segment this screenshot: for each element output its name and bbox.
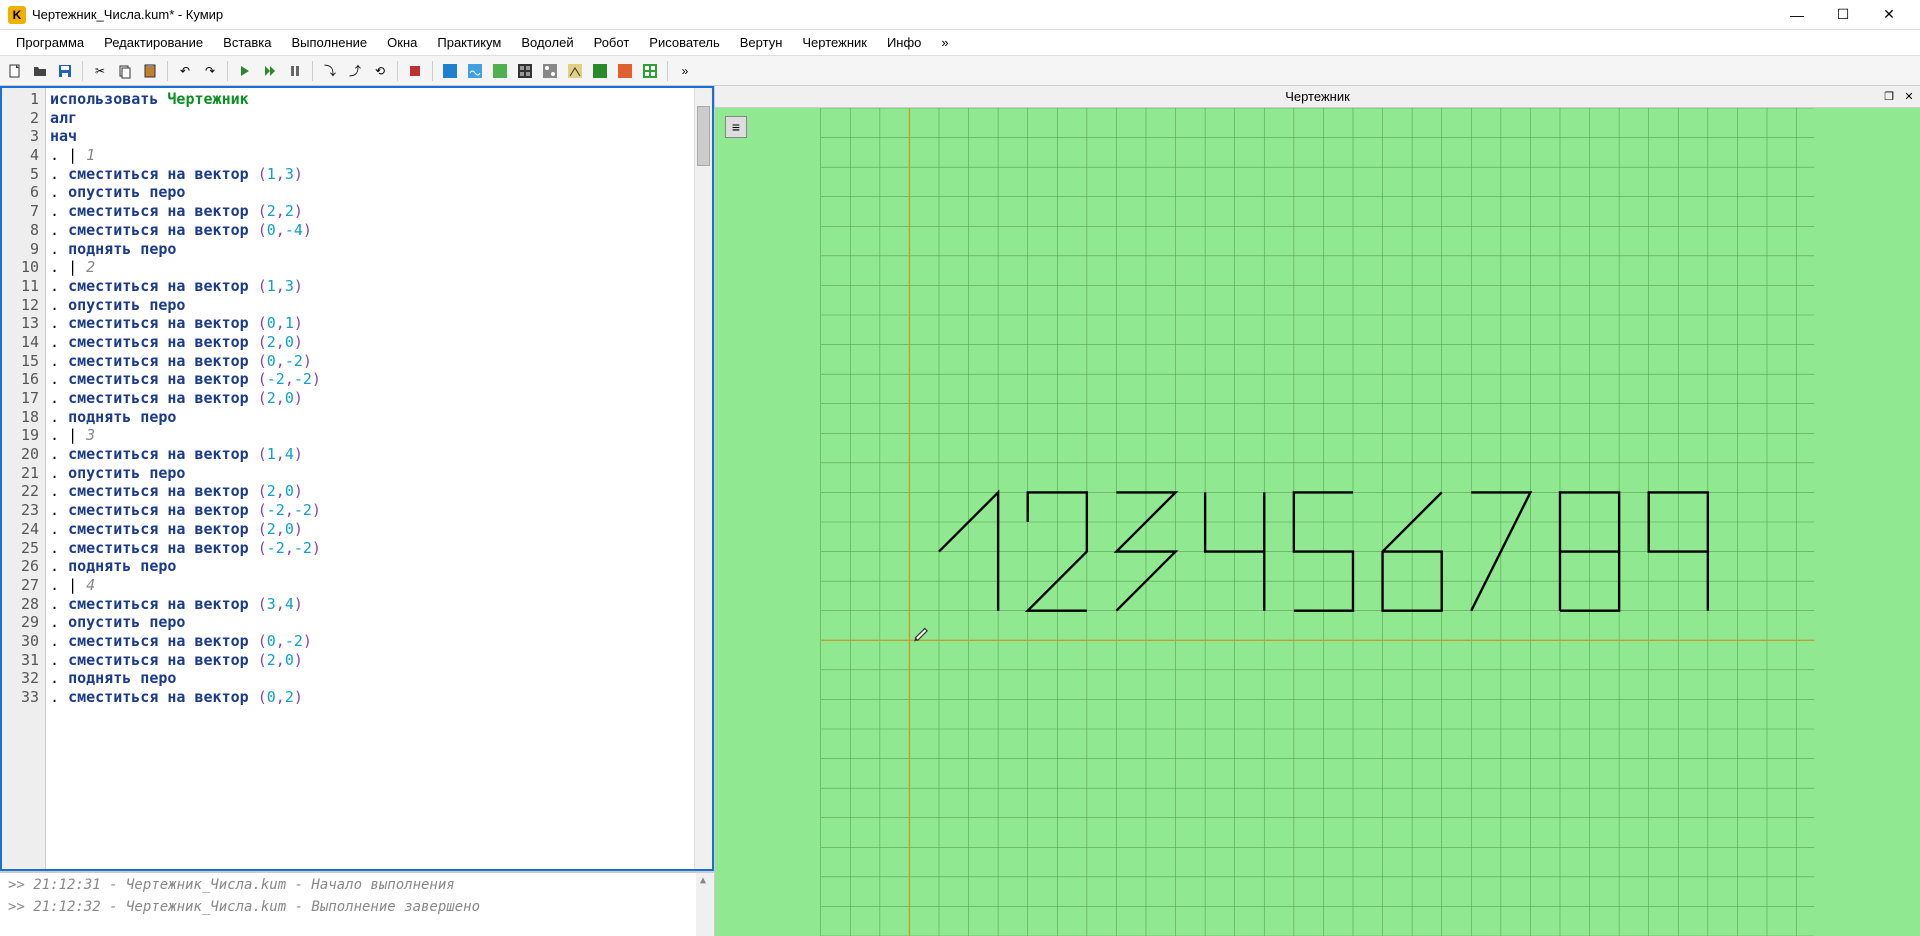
editor-scrollbar[interactable] xyxy=(694,88,712,869)
step-icon[interactable]: ⤵ xyxy=(319,60,341,82)
module-3-icon[interactable] xyxy=(489,60,511,82)
module-6-icon[interactable] xyxy=(564,60,586,82)
menu-Программа[interactable]: Программа xyxy=(6,31,94,54)
window-title: Чертежник_Числа.kum* - Кумир xyxy=(32,7,1774,22)
code-line[interactable]: . опустить перо xyxy=(50,613,690,632)
code-line[interactable]: . поднять перо xyxy=(50,240,690,259)
code-line[interactable]: . | 4 xyxy=(50,576,690,595)
code-line[interactable]: . | 2 xyxy=(50,258,690,277)
canvas-close-icon[interactable]: ✕ xyxy=(1900,89,1918,105)
menu-Редактирование[interactable]: Редактирование xyxy=(94,31,213,54)
drawing-canvas xyxy=(715,108,1920,936)
code-line[interactable]: . сместиться на вектор (0,-2) xyxy=(50,632,690,651)
module-1-icon[interactable] xyxy=(439,60,461,82)
code-line[interactable]: . сместиться на вектор (2,0) xyxy=(50,651,690,670)
menu-Практикум[interactable]: Практикум xyxy=(427,31,511,54)
scroll-thumb[interactable] xyxy=(697,106,710,166)
left-pane: 1234567891011121314151617181920212223242… xyxy=(0,86,715,936)
menu-Водолей[interactable]: Водолей xyxy=(511,31,583,54)
canvas-maximize-icon[interactable]: ❐ xyxy=(1880,89,1898,105)
code-line[interactable]: . сместиться на вектор (2,0) xyxy=(50,389,690,408)
open-file-icon[interactable] xyxy=(29,60,51,82)
code-line[interactable]: . сместиться на вектор (-2,-2) xyxy=(50,501,690,520)
step-out-icon[interactable]: ⟲ xyxy=(369,60,391,82)
code-line[interactable]: . поднять перо xyxy=(50,557,690,576)
code-line[interactable]: . сместиться на вектор (0,2) xyxy=(50,688,690,707)
code-line[interactable]: . сместиться на вектор (2,0) xyxy=(50,333,690,352)
code-line[interactable]: . сместиться на вектор (0,-4) xyxy=(50,221,690,240)
module-9-icon[interactable] xyxy=(639,60,661,82)
toolbar-overflow-icon[interactable]: » xyxy=(674,60,696,82)
cut-icon[interactable]: ✂ xyxy=(89,60,111,82)
app-icon: K xyxy=(8,6,26,24)
code-line[interactable]: . сместиться на вектор (2,0) xyxy=(50,520,690,539)
module-8-icon[interactable] xyxy=(614,60,636,82)
new-file-icon[interactable] xyxy=(4,60,26,82)
console-line: >> 21:12:32 - Чертежник_Числа.kum - Выпо… xyxy=(8,899,706,915)
menu-overflow[interactable]: » xyxy=(931,31,958,54)
code-line[interactable]: . | 3 xyxy=(50,426,690,445)
step-over-icon[interactable]: ⤴ xyxy=(344,60,366,82)
menu-Рисователь[interactable]: Рисователь xyxy=(639,31,729,54)
canvas-title: Чертежник xyxy=(1285,89,1350,104)
pause-icon[interactable] xyxy=(284,60,306,82)
menubar: ПрограммаРедактированиеВставкаВыполнение… xyxy=(0,30,1920,56)
console-line: >> 21:12:31 - Чертежник_Числа.kum - Нача… xyxy=(8,877,706,893)
menu-Вставка[interactable]: Вставка xyxy=(213,31,281,54)
console-scrollbar[interactable]: ▲ xyxy=(696,873,714,936)
code-line[interactable]: . сместиться на вектор (2,2) xyxy=(50,202,690,221)
titlebar: K Чертежник_Числа.kum* - Кумир — ☐ ✕ xyxy=(0,0,1920,30)
copy-icon[interactable] xyxy=(114,60,136,82)
code-line[interactable]: . сместиться на вектор (-2,-2) xyxy=(50,370,690,389)
code-line[interactable]: . сместиться на вектор (2,0) xyxy=(50,482,690,501)
menu-Вертун[interactable]: Вертун xyxy=(730,31,793,54)
canvas-menu-icon[interactable]: ≡ xyxy=(725,116,747,138)
save-file-icon[interactable] xyxy=(54,60,76,82)
line-gutter: 1234567891011121314151617181920212223242… xyxy=(2,88,46,869)
run-icon[interactable] xyxy=(234,60,256,82)
run-fast-icon[interactable] xyxy=(259,60,281,82)
code-line[interactable]: . сместиться на вектор (1,4) xyxy=(50,445,690,464)
right-pane: Чертежник ❐ ✕ ≡ xyxy=(715,86,1920,936)
maximize-button[interactable]: ☐ xyxy=(1820,0,1866,30)
minimize-button[interactable]: — xyxy=(1774,0,1820,30)
module-2-icon[interactable] xyxy=(464,60,486,82)
code-line[interactable]: . опустить перо xyxy=(50,464,690,483)
code-editor[interactable]: 1234567891011121314151617181920212223242… xyxy=(0,86,714,871)
code-line[interactable]: использовать Чертежник xyxy=(50,90,690,109)
code-line[interactable]: . | 1 xyxy=(50,146,690,165)
code-line[interactable]: . сместиться на вектор (1,3) xyxy=(50,165,690,184)
code-area[interactable]: использовать Чертежникалгнач. | 1. смест… xyxy=(46,88,694,869)
menu-Чертежник[interactable]: Чертежник xyxy=(792,31,877,54)
code-line[interactable]: . сместиться на вектор (-2,-2) xyxy=(50,539,690,558)
close-button[interactable]: ✕ xyxy=(1866,0,1912,30)
canvas-area[interactable]: ≡ xyxy=(715,108,1920,936)
redo-icon[interactable]: ↷ xyxy=(199,60,221,82)
code-line[interactable]: . опустить перо xyxy=(50,296,690,315)
code-line[interactable]: . сместиться на вектор (1,3) xyxy=(50,277,690,296)
code-line[interactable]: . сместиться на вектор (3,4) xyxy=(50,595,690,614)
code-line[interactable]: алг xyxy=(50,109,690,128)
toolbar: ✂ ↶ ↷ ⤵ ⤴ ⟲ » xyxy=(0,56,1920,86)
module-7-icon[interactable] xyxy=(589,60,611,82)
code-line[interactable]: . сместиться на вектор (0,-2) xyxy=(50,352,690,371)
menu-Инфо[interactable]: Инфо xyxy=(877,31,931,54)
module-4-icon[interactable] xyxy=(514,60,536,82)
menu-Выполнение[interactable]: Выполнение xyxy=(281,31,377,54)
stop-icon[interactable] xyxy=(404,60,426,82)
menu-Окна[interactable]: Окна xyxy=(377,31,427,54)
console: >> 21:12:31 - Чертежник_Числа.kum - Нача… xyxy=(0,871,714,936)
menu-Робот[interactable]: Робот xyxy=(584,31,640,54)
code-line[interactable]: . сместиться на вектор (0,1) xyxy=(50,314,690,333)
module-5-icon[interactable] xyxy=(539,60,561,82)
code-line[interactable]: . поднять перо xyxy=(50,669,690,688)
code-line[interactable]: нач xyxy=(50,127,690,146)
undo-icon[interactable]: ↶ xyxy=(174,60,196,82)
paste-icon[interactable] xyxy=(139,60,161,82)
code-line[interactable]: . опустить перо xyxy=(50,183,690,202)
code-line[interactable]: . поднять перо xyxy=(50,408,690,427)
canvas-title-bar: Чертежник ❐ ✕ xyxy=(715,86,1920,108)
